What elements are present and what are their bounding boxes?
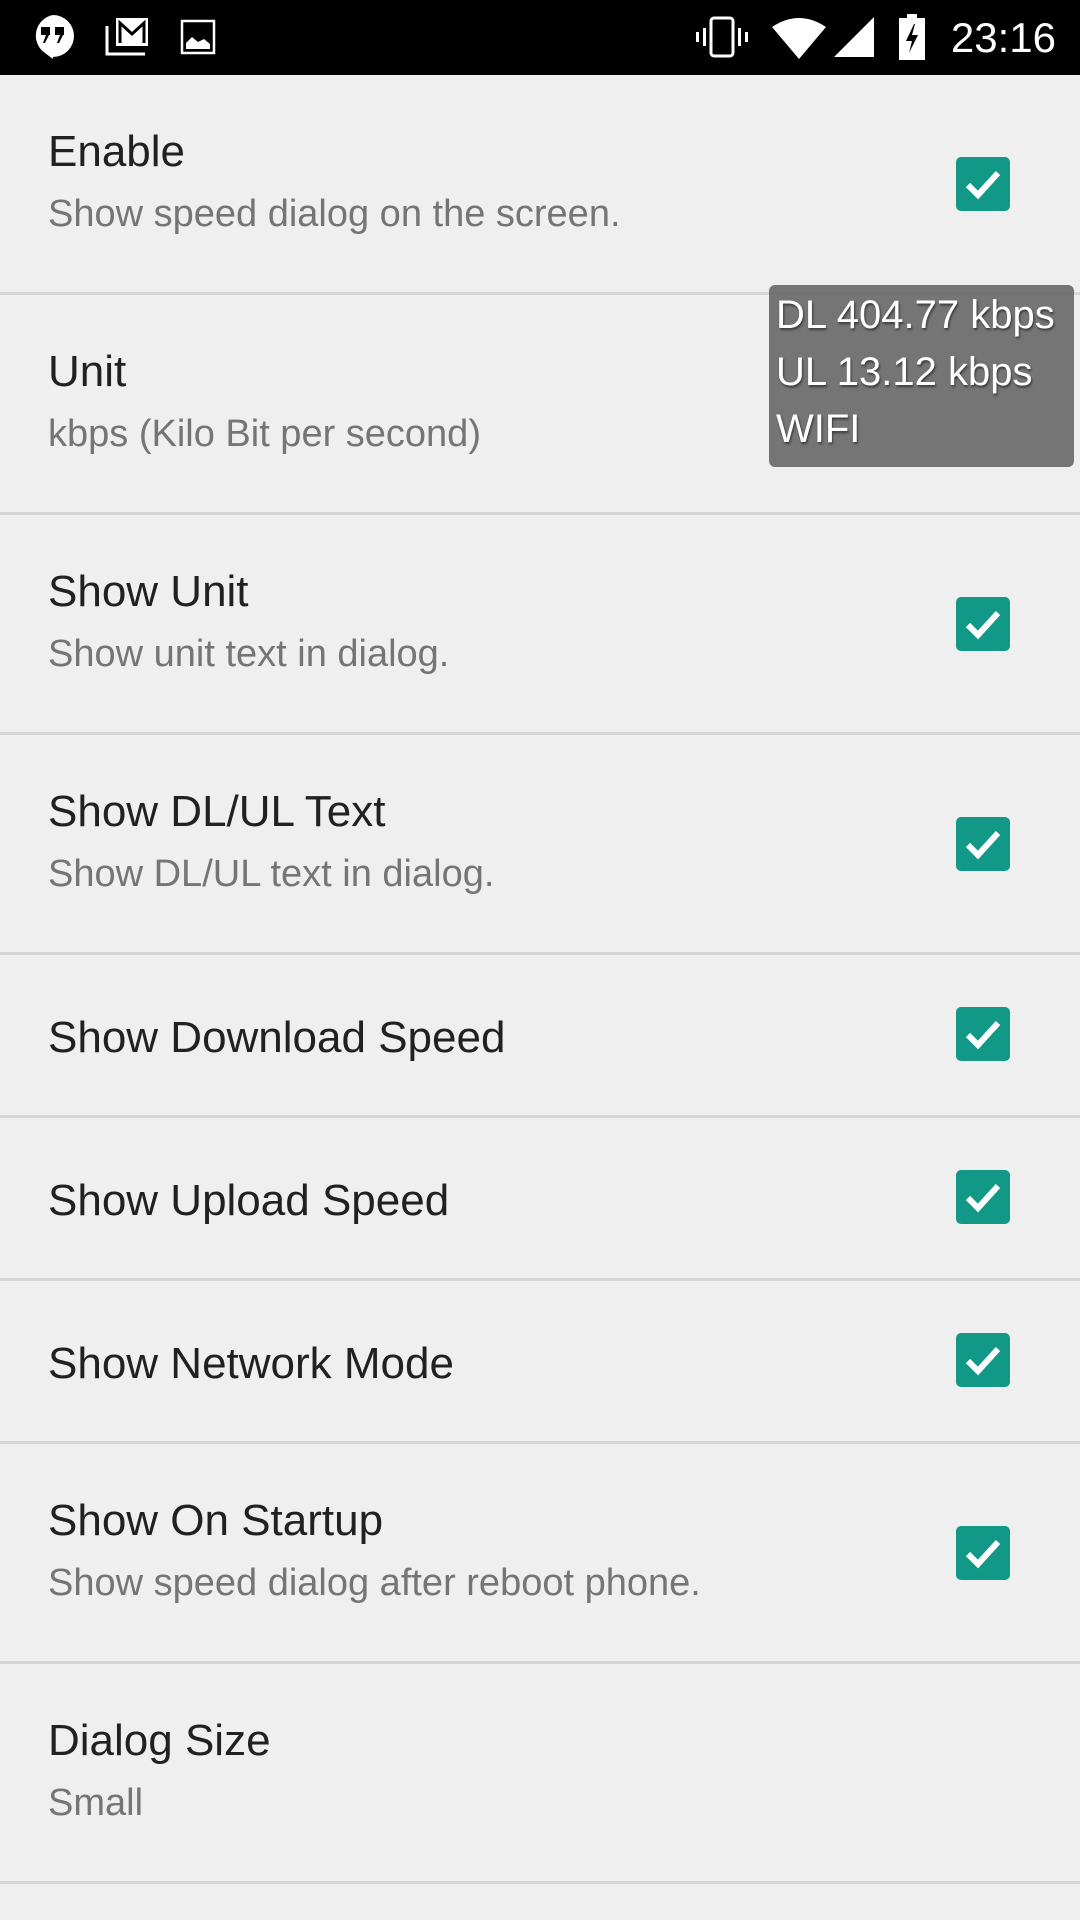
setting-title: Show Unit	[48, 567, 249, 616]
show-dl-ul-text-checkbox[interactable]	[956, 817, 1010, 871]
setting-show-download-speed[interactable]: Show Download Speed	[0, 955, 1080, 1118]
download-speed: DL 404.77 kbps	[776, 293, 1055, 337]
setting-title: Show On Startup	[48, 1496, 384, 1545]
setting-summary: Show unit text in dialog.	[48, 633, 450, 675]
setting-title: Show Upload Speed	[48, 1176, 450, 1225]
checkmark-icon	[965, 830, 1001, 860]
checkmark-icon	[965, 1539, 1001, 1569]
setting-title: Unit	[48, 347, 127, 396]
show-upload-speed-checkbox[interactable]	[956, 1170, 1010, 1224]
show-download-speed-checkbox[interactable]	[956, 1007, 1010, 1061]
checkmark-icon	[965, 170, 1001, 200]
setting-summary: Small	[48, 1782, 144, 1824]
checkmark-icon	[965, 1020, 1001, 1050]
checkmark-icon	[965, 1183, 1001, 1213]
setting-show-unit[interactable]: Show Unit Show unit text in dialog.	[0, 515, 1080, 735]
hangouts-icon	[28, 14, 78, 60]
show-unit-checkbox[interactable]	[956, 597, 1010, 651]
setting-title: Show DL/UL Text	[48, 787, 386, 836]
checkmark-icon	[965, 1346, 1001, 1376]
clock: 23:16	[950, 14, 1056, 61]
gallery-icon	[178, 14, 218, 60]
enable-checkbox[interactable]	[956, 157, 1010, 211]
speed-overlay-dialog[interactable]: DL 404.77 kbps UL 13.12 kbps WIFI	[769, 285, 1074, 467]
setting-title: Dialog Size	[48, 1716, 271, 1765]
setting-title: Show Download Speed	[48, 1013, 506, 1062]
gmail-icon	[104, 14, 152, 60]
setting-summary: Show DL/UL text in dialog.	[48, 853, 495, 895]
setting-dialog-size[interactable]: Dialog Size Small	[0, 1664, 1080, 1884]
setting-summary: Show speed dialog on the screen.	[48, 193, 621, 235]
cell-signal-icon	[832, 14, 876, 60]
battery-charging-icon	[896, 14, 928, 60]
status-bar: 23:16	[0, 0, 1080, 75]
setting-show-dl-ul-text[interactable]: Show DL/UL Text Show DL/UL text in dialo…	[0, 735, 1080, 955]
setting-show-on-startup[interactable]: Show On Startup Show speed dialog after …	[0, 1444, 1080, 1664]
show-network-mode-checkbox[interactable]	[956, 1333, 1010, 1387]
setting-show-upload-speed[interactable]: Show Upload Speed	[0, 1118, 1080, 1281]
setting-show-network-mode[interactable]: Show Network Mode	[0, 1281, 1080, 1444]
setting-title: Show Network Mode	[48, 1339, 454, 1388]
show-on-startup-checkbox[interactable]	[956, 1526, 1010, 1580]
setting-enable[interactable]: Enable Show speed dialog on the screen.	[0, 75, 1080, 295]
vibrate-icon	[694, 14, 750, 60]
checkmark-icon	[965, 610, 1001, 640]
upload-speed: UL 13.12 kbps	[776, 350, 1033, 394]
wifi-icon	[770, 14, 828, 60]
setting-summary: kbps (Kilo Bit per second)	[48, 413, 481, 455]
network-mode: WIFI	[776, 407, 861, 451]
setting-title: Enable	[48, 127, 186, 176]
setting-summary: Show speed dialog after reboot phone.	[48, 1562, 701, 1604]
